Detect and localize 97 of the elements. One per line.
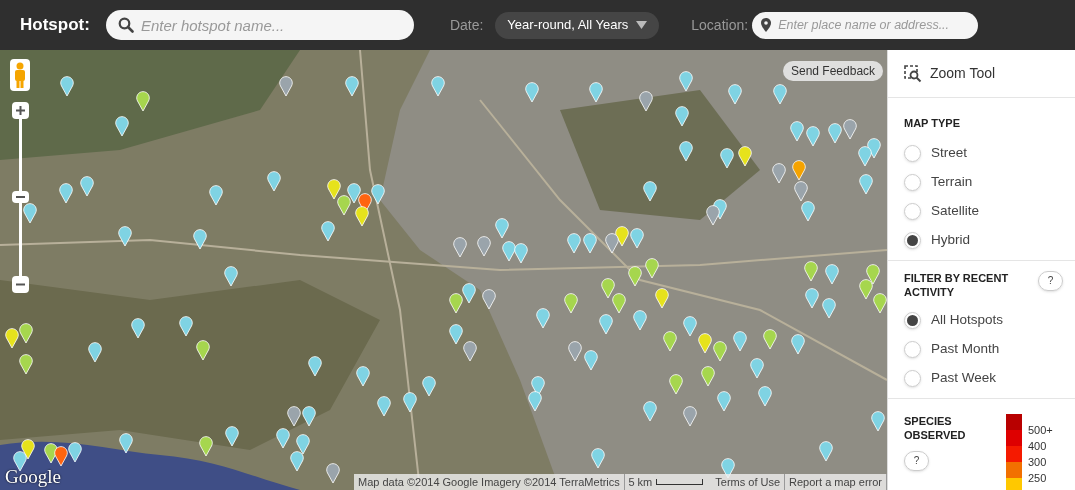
map-pin[interactable] bbox=[296, 434, 310, 455]
map-pin[interactable] bbox=[115, 116, 129, 137]
legend-label: 250 bbox=[1028, 472, 1047, 484]
map-link[interactable]: Report a map error bbox=[785, 473, 886, 490]
map-pin[interactable] bbox=[720, 148, 734, 169]
map-pin[interactable] bbox=[321, 221, 335, 242]
map-pin[interactable] bbox=[403, 392, 417, 413]
map-pin[interactable] bbox=[131, 318, 145, 339]
map-pin[interactable] bbox=[13, 451, 27, 472]
map-pin[interactable] bbox=[422, 376, 436, 397]
map-pin[interactable] bbox=[54, 446, 68, 467]
map-pin[interactable] bbox=[19, 354, 33, 375]
satellite-map-drawing[interactable] bbox=[0, 50, 887, 490]
date-dropdown[interactable]: Year-round, All Years bbox=[495, 11, 660, 39]
map-pin[interactable] bbox=[377, 396, 391, 417]
map-pin[interactable] bbox=[23, 203, 37, 224]
caret-icon bbox=[636, 21, 648, 29]
zoom-slider-handle[interactable] bbox=[12, 191, 29, 203]
map-pin[interactable] bbox=[80, 176, 94, 197]
plus-icon bbox=[16, 106, 25, 115]
radio-option[interactable]: Terrain bbox=[904, 167, 1059, 197]
map-pin[interactable] bbox=[337, 195, 351, 216]
scale-label: 5 km bbox=[627, 474, 654, 490]
zoom-slider-track[interactable] bbox=[19, 119, 22, 276]
section-heading: MAP TYPE bbox=[904, 116, 962, 131]
legend-label: 300 bbox=[1028, 456, 1047, 468]
zoom-out-button[interactable] bbox=[12, 276, 29, 293]
map-pin[interactable] bbox=[528, 391, 542, 412]
map-pin[interactable] bbox=[308, 356, 322, 377]
map-pin[interactable] bbox=[326, 463, 340, 484]
map-pin[interactable] bbox=[276, 428, 290, 449]
map-pin[interactable] bbox=[327, 179, 341, 200]
street-view-icon[interactable] bbox=[10, 59, 30, 91]
map-pin[interactable] bbox=[449, 324, 463, 345]
map-pin[interactable] bbox=[643, 181, 657, 202]
location-pin-icon bbox=[761, 17, 772, 32]
map-pin[interactable] bbox=[290, 451, 304, 472]
zoom-tool-icon bbox=[904, 64, 922, 83]
map-pin[interactable] bbox=[302, 406, 316, 427]
map-pin[interactable] bbox=[179, 316, 193, 337]
map-pin[interactable] bbox=[345, 76, 359, 97]
search-icon bbox=[117, 17, 134, 33]
map-pin[interactable] bbox=[199, 436, 213, 457]
map-pin[interactable] bbox=[347, 183, 361, 204]
map-pin[interactable] bbox=[355, 206, 369, 227]
map-pin[interactable] bbox=[88, 342, 102, 363]
zoom-in-button[interactable] bbox=[12, 102, 29, 119]
map-pin[interactable] bbox=[5, 328, 19, 349]
map-pin[interactable] bbox=[136, 91, 150, 112]
zoom-tool-button[interactable]: Zoom Tool bbox=[888, 50, 1075, 98]
map-pin[interactable] bbox=[482, 289, 496, 310]
map-link[interactable]: Terms of Use bbox=[711, 473, 785, 490]
map-pin[interactable] bbox=[225, 426, 239, 447]
map-pin[interactable] bbox=[639, 91, 653, 112]
map-pin[interactable] bbox=[209, 185, 223, 206]
radio-option[interactable]: Past Week bbox=[904, 363, 1059, 393]
radio-option[interactable]: All Hotspots bbox=[904, 305, 1059, 335]
scale-bar bbox=[656, 479, 704, 485]
map-pin[interactable] bbox=[679, 141, 693, 162]
hotspot-label: Hotspot: bbox=[20, 14, 90, 37]
map-pin[interactable] bbox=[196, 340, 210, 361]
map-pin[interactable] bbox=[21, 439, 35, 460]
map-pin[interactable] bbox=[59, 183, 73, 204]
map-pin[interactable] bbox=[60, 76, 74, 97]
map-pin[interactable] bbox=[287, 406, 301, 427]
map-pin[interactable] bbox=[118, 226, 132, 247]
map-pin[interactable] bbox=[371, 184, 385, 205]
map-pin[interactable] bbox=[193, 229, 207, 250]
section-heading: FILTER BY RECENT ACTIVITY bbox=[904, 270, 1010, 299]
hotspot-search-field[interactable]: Enter hotspot name... bbox=[105, 10, 414, 40]
map-pin[interactable] bbox=[463, 341, 477, 362]
date-label: Date: bbox=[449, 15, 484, 35]
map-pin[interactable] bbox=[356, 366, 370, 387]
map-pin[interactable] bbox=[68, 442, 82, 463]
map-pin[interactable] bbox=[19, 323, 33, 344]
radio-option[interactable]: Street bbox=[904, 138, 1059, 168]
radio-option[interactable]: Past Month bbox=[904, 334, 1059, 364]
map-pin[interactable] bbox=[706, 205, 720, 226]
map-pin[interactable] bbox=[738, 146, 752, 167]
send-feedback-button[interactable]: Send Feedback bbox=[783, 61, 884, 81]
map-pin[interactable] bbox=[675, 106, 689, 127]
radio-option[interactable]: Hybrid bbox=[904, 225, 1059, 255]
map-pin[interactable] bbox=[119, 433, 133, 454]
map-pin[interactable] bbox=[279, 76, 293, 97]
map-pin[interactable] bbox=[224, 266, 238, 287]
section-heading: SPECIES OBSERVED bbox=[904, 413, 967, 442]
legend-label: 500+ bbox=[1028, 424, 1053, 436]
map-pin[interactable] bbox=[44, 443, 58, 464]
legend-label: 400 bbox=[1028, 440, 1047, 452]
location-label: Location: bbox=[691, 15, 749, 35]
map-pin[interactable] bbox=[462, 283, 476, 304]
map-pin[interactable] bbox=[267, 171, 281, 192]
map-logo: Google bbox=[5, 465, 61, 489]
map-pin[interactable] bbox=[449, 293, 463, 314]
radio-option[interactable]: Satellite bbox=[904, 196, 1059, 226]
map-attribution: Map data ©2014 Google Imagery ©2014 TerraMetrics bbox=[357, 474, 621, 490]
location-field[interactable]: Enter place name or address... bbox=[752, 11, 979, 39]
